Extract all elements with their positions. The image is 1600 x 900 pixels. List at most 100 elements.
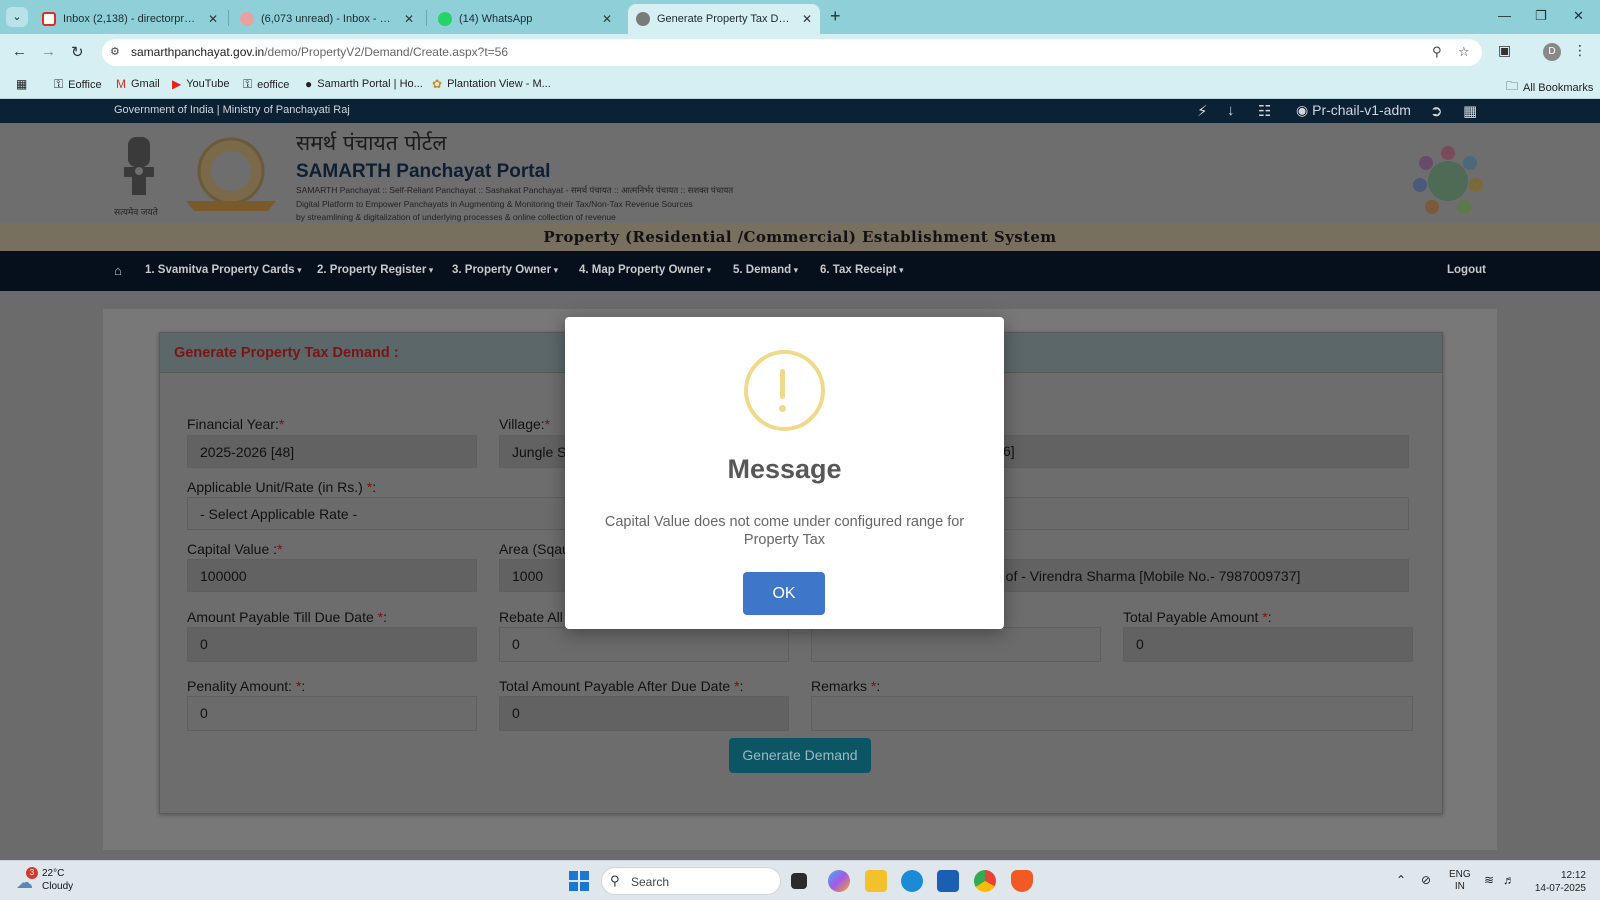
- rebate-input[interactable]: 0: [499, 627, 789, 662]
- plug-icon[interactable]: ⚡: [1197, 102, 1208, 120]
- profile-avatar[interactable]: D: [1543, 43, 1561, 61]
- bookmark-eoffice[interactable]: ⚿ Eoffice: [54, 77, 102, 92]
- penalty-input[interactable]: 0: [187, 696, 477, 731]
- bookmark-eoffice-2[interactable]: ⚿ eoffice: [243, 77, 289, 92]
- all-bookmarks[interactable]: 🗀 All Bookmarks: [1506, 77, 1593, 98]
- minimize-icon[interactable]: —: [1498, 8, 1511, 23]
- youtube-icon: ▶: [172, 77, 182, 91]
- system-clock[interactable]: 12:12 14-07-2025: [1530, 869, 1586, 895]
- brave-icon[interactable]: [1011, 870, 1033, 892]
- back-icon[interactable]: ←: [12, 43, 27, 60]
- rebate-label: Rebate All: [499, 609, 563, 625]
- address-bar[interactable]: ⚙ samarthpanchayat.gov.in/demo/PropertyV…: [102, 39, 1482, 66]
- store-icon[interactable]: [937, 870, 959, 892]
- forward-icon[interactable]: →: [41, 43, 56, 60]
- taskbar-search[interactable]: ⚲ Search: [601, 867, 781, 895]
- nav-tax-receipt[interactable]: 6. Tax Receipt: [820, 264, 904, 276]
- tab-label: (14) WhatsApp: [459, 13, 533, 25]
- system-title-bar: Property (Residential /Commercial) Estab…: [0, 223, 1600, 251]
- bookmark-label: YouTube: [186, 78, 230, 90]
- url-text: samarthpanchayat.gov.in/demo/PropertyV2/…: [131, 45, 508, 59]
- tab-close-icon[interactable]: ✕: [208, 12, 218, 26]
- chrome-icon[interactable]: [974, 870, 996, 892]
- ok-button[interactable]: OK: [743, 572, 825, 615]
- menu-icon[interactable]: ⋮: [1573, 42, 1587, 59]
- amount-due-input[interactable]: 0: [187, 627, 477, 662]
- clock-time: 12:12: [1560, 870, 1586, 881]
- chevron-up-icon[interactable]: ⌃: [1396, 873, 1406, 887]
- zoom-icon[interactable]: ⚲: [1432, 44, 1442, 60]
- download-icon[interactable]: ↓: [1227, 102, 1235, 119]
- message-dialog: Message Capital Value does not come unde…: [565, 317, 1004, 629]
- logout-link[interactable]: Logout: [1447, 264, 1486, 276]
- extensions-icon[interactable]: ▣: [1498, 42, 1511, 59]
- browser-tabstrip: ⌄ Inbox (2,138) - directorprhp@g ✕ (6,07…: [0, 0, 1600, 34]
- close-window-icon[interactable]: ✕: [1573, 8, 1584, 24]
- edge-icon[interactable]: [901, 870, 923, 892]
- windows-start-icon[interactable]: [569, 871, 589, 891]
- bookmark-samarth[interactable]: ● Samarth Portal | Ho...: [305, 77, 423, 91]
- bookmark-label: eoffice: [257, 78, 290, 91]
- nav-property-owner[interactable]: 3. Property Owner: [452, 264, 558, 276]
- grid-icon[interactable]: ▦: [1463, 102, 1477, 120]
- tab-divider: [426, 10, 427, 26]
- nav-property-register[interactable]: 2. Property Register: [317, 264, 433, 276]
- total-after-due-input[interactable]: 0: [499, 696, 789, 731]
- gmail-icon: M: [116, 77, 126, 91]
- task-view-icon[interactable]: [791, 873, 807, 889]
- notification-badge: 3: [26, 867, 38, 879]
- language-indicator[interactable]: ENG IN: [1449, 869, 1471, 893]
- generate-demand-button[interactable]: Generate Demand: [729, 738, 871, 773]
- main-nav: ⌂ 1. Svamitva Property Cards 2. Property…: [0, 251, 1600, 291]
- apps-icon[interactable]: ▦: [16, 77, 27, 91]
- tab-outlook[interactable]: (6,073 unread) - Inbox - Mail (p ✕: [232, 4, 422, 34]
- volume-icon[interactable]: ♬: [1503, 873, 1515, 887]
- network-off-icon[interactable]: ⊘: [1421, 873, 1431, 887]
- wifi-icon[interactable]: ≋: [1484, 873, 1494, 887]
- tab-close-icon[interactable]: ✕: [404, 12, 414, 26]
- tab-close-icon[interactable]: ✕: [802, 12, 812, 26]
- total-payable-input[interactable]: 0: [1123, 627, 1413, 662]
- weather-widget[interactable]: ☁ 3 22°C Cloudy: [14, 867, 74, 895]
- label-text: Total Payable Amount: [1123, 609, 1263, 625]
- sitemap-icon[interactable]: ☷: [1258, 102, 1271, 120]
- rebate-amount-input[interactable]: [811, 627, 1101, 662]
- site-info-icon[interactable]: ⚙: [110, 45, 120, 58]
- bookmark-star-icon[interactable]: ☆: [1458, 44, 1470, 60]
- tab-label: (6,073 unread) - Inbox - Mail (p: [261, 13, 397, 25]
- tab-gmail[interactable]: Inbox (2,138) - directorprhp@g ✕: [34, 4, 226, 34]
- label-colon: :: [383, 609, 387, 625]
- new-tab-button[interactable]: +: [830, 6, 841, 27]
- restore-icon[interactable]: ❐: [1535, 8, 1547, 24]
- form-title: Generate Property Tax Demand :: [174, 345, 399, 361]
- bookmark-label: Plantation View - M...: [447, 78, 551, 90]
- label-colon: :: [876, 678, 881, 694]
- copilot-icon[interactable]: [828, 870, 850, 892]
- label-text: Total Amount Payable After Due Date: [499, 678, 735, 694]
- total-after-due-label: Total Amount Payable After Due Date *:: [499, 678, 743, 694]
- user-menu[interactable]: ◉ Pr-chail-v1-adm: [1296, 102, 1411, 119]
- owner-text: n of - Virendra Sharma [Mobile No.- 7987…: [994, 568, 1301, 584]
- reload-icon[interactable]: ↻: [71, 43, 84, 61]
- remarks-input[interactable]: [811, 696, 1413, 731]
- capital-value-input[interactable]: 100000: [187, 559, 477, 592]
- bookmark-gmail[interactable]: M Gmail: [116, 77, 160, 91]
- tab-search-button[interactable]: ⌄: [6, 7, 28, 27]
- tab-whatsapp[interactable]: (14) WhatsApp ✕: [430, 4, 620, 34]
- browser-toolbar: ← → ↻ ⚙ samarthpanchayat.gov.in/demo/Pro…: [0, 34, 1600, 70]
- label-colon: :: [1267, 609, 1272, 625]
- label-text: Penality Amount:: [187, 678, 296, 694]
- portal-title: SAMARTH Panchayat Portal: [296, 161, 551, 182]
- bookmark-plantation[interactable]: ✿ Plantation View - M...: [432, 77, 551, 91]
- bookmark-youtube[interactable]: ▶ YouTube: [172, 77, 229, 91]
- nav-map-property-owner[interactable]: 4. Map Property Owner: [579, 264, 711, 276]
- whatsapp-icon: [438, 12, 452, 26]
- nav-svamitva-property-cards[interactable]: 1. Svamitva Property Cards: [145, 264, 302, 276]
- financial-year-select[interactable]: 2025-2026 [48]: [187, 435, 477, 468]
- home-icon[interactable]: ⌂: [114, 263, 122, 278]
- file-explorer-icon[interactable]: [865, 870, 887, 892]
- tab-generate-demand[interactable]: Generate Property Tax Demand ✕: [628, 4, 820, 34]
- tab-close-icon[interactable]: ✕: [602, 12, 612, 26]
- logout-icon[interactable]: ➲: [1430, 102, 1443, 120]
- nav-demand[interactable]: 5. Demand: [733, 264, 798, 276]
